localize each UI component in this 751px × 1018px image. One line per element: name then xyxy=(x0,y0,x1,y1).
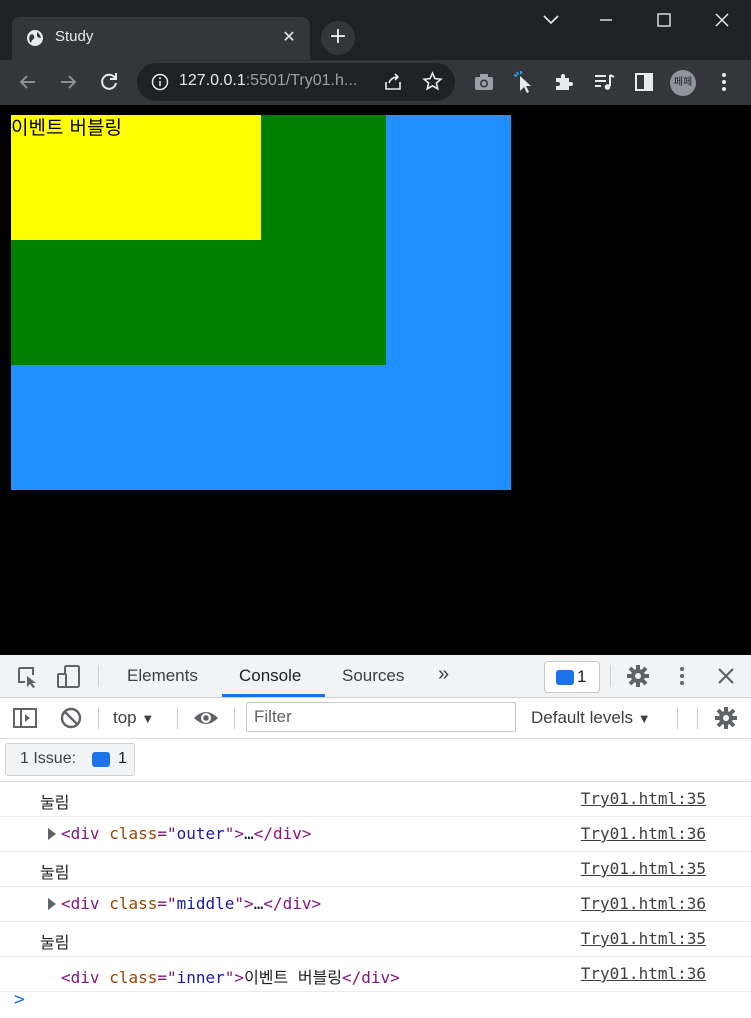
page-viewport: 이벤트 버블링 xyxy=(0,105,751,655)
element-node[interactable]: <div class="middle">…</div> xyxy=(61,894,321,913)
console-message: 눌림 Try01.html:35 xyxy=(0,852,751,887)
url-text[interactable]: 127.0.0.1:5501/Try01.h... xyxy=(179,72,357,90)
inspect-element-icon[interactable] xyxy=(16,665,40,689)
browser-titlebar: Study ✕ + xyxy=(0,0,751,60)
tab-search-icon[interactable] xyxy=(535,8,567,32)
toolbar-separator xyxy=(98,665,99,687)
console-message: <div class="middle">…</div> Try01.html:3… xyxy=(0,887,751,922)
issues-count: 1 xyxy=(118,750,127,767)
address-bar[interactable]: 127.0.0.1:5501/Try01.h... xyxy=(137,63,455,101)
settings-gear-icon[interactable] xyxy=(626,664,650,688)
console-messages: 눌림 Try01.html:35 <div class="outer">…</d… xyxy=(0,782,751,992)
console-message: <div class="inner">이벤트 버블링</div> Try01.h… xyxy=(0,957,751,992)
toolbar-separator xyxy=(697,707,698,729)
issues-counter-value: 1 xyxy=(577,667,587,686)
tab-console[interactable]: Console xyxy=(239,666,301,686)
source-link[interactable]: Try01.html:35 xyxy=(581,789,706,808)
minimize-icon[interactable] xyxy=(590,8,622,32)
console-settings-gear-icon[interactable] xyxy=(714,706,738,730)
source-link[interactable]: Try01.html:36 xyxy=(581,964,706,983)
console-message: <div class="outer">…</div> Try01.html:36 xyxy=(0,817,751,852)
more-tabs-icon[interactable]: » xyxy=(438,663,449,686)
tab-title: Study xyxy=(55,28,94,45)
devtools-panel: Elements Console Sources » 1 top ▼ Filte… xyxy=(0,655,751,1018)
cursor-extension-icon[interactable] xyxy=(512,70,536,94)
clear-console-icon[interactable] xyxy=(59,706,83,730)
element-node[interactable]: <div class="inner">이벤트 버블링</div> xyxy=(61,964,400,988)
menu-kebab-icon[interactable] xyxy=(712,70,736,94)
share-icon[interactable] xyxy=(383,72,403,92)
live-expression-eye-icon[interactable] xyxy=(193,707,219,729)
info-icon[interactable] xyxy=(151,73,169,91)
expand-triangle-icon[interactable] xyxy=(48,898,56,910)
reload-icon[interactable] xyxy=(97,70,121,94)
toolbar-separator xyxy=(610,665,611,687)
context-selector[interactable]: top ▼ xyxy=(113,708,154,728)
extensions-puzzle-icon[interactable] xyxy=(552,70,576,94)
expand-triangle-icon[interactable] xyxy=(48,828,56,840)
log-levels-dropdown[interactable]: Default levels ▼ xyxy=(531,708,651,728)
log-text: 눌림 xyxy=(40,793,70,812)
element-node[interactable]: <div class="outer">…</div> xyxy=(61,824,312,843)
source-link[interactable]: Try01.html:36 xyxy=(581,824,706,843)
toolbar-separator xyxy=(177,707,178,729)
source-link[interactable]: Try01.html:36 xyxy=(581,894,706,913)
tab-close-icon[interactable]: ✕ xyxy=(278,26,300,48)
middle-box[interactable]: 이벤트 버블링 xyxy=(11,115,386,365)
media-control-icon[interactable] xyxy=(592,70,616,94)
browser-tab[interactable]: Study ✕ xyxy=(12,17,310,60)
devtools-menu-icon[interactable] xyxy=(670,664,694,688)
sidebar-toggle-icon[interactable] xyxy=(12,706,38,730)
log-text: 눌림 xyxy=(40,863,70,882)
issues-bar: 1 Issue: 1 xyxy=(0,739,751,782)
console-filter-input[interactable]: Filter xyxy=(246,702,516,732)
side-panel-icon[interactable] xyxy=(632,70,656,94)
camera-icon[interactable] xyxy=(472,70,496,94)
log-text: 눌림 xyxy=(40,933,70,952)
message-icon xyxy=(556,670,574,685)
console-prompt[interactable]: > xyxy=(14,989,25,1010)
source-link[interactable]: Try01.html:35 xyxy=(581,929,706,948)
console-message: 눌림 Try01.html:35 xyxy=(0,922,751,957)
devtools-tabbar: Elements Console Sources » 1 xyxy=(0,655,751,698)
issues-label: 1 Issue: xyxy=(20,750,77,767)
tab-sources[interactable]: Sources xyxy=(342,666,404,686)
star-icon[interactable] xyxy=(422,71,443,92)
toolbar-separator xyxy=(98,707,99,729)
inner-box[interactable]: 이벤트 버블링 xyxy=(11,115,261,240)
profile-avatar[interactable]: 페페 xyxy=(670,70,696,96)
maximize-icon[interactable] xyxy=(648,8,680,32)
device-toolbar-icon[interactable] xyxy=(56,664,82,690)
tab-elements[interactable]: Elements xyxy=(127,666,198,686)
forward-arrow-icon[interactable] xyxy=(56,70,80,94)
close-devtools-icon[interactable] xyxy=(714,664,738,688)
close-window-icon[interactable] xyxy=(706,8,738,32)
toolbar-separator xyxy=(677,707,678,729)
outer-box[interactable]: 이벤트 버블링 xyxy=(11,115,511,490)
new-tab-button[interactable]: + xyxy=(321,21,355,55)
issues-button[interactable]: 1 Issue: 1 xyxy=(5,743,135,776)
message-icon xyxy=(92,752,110,767)
globe-icon xyxy=(27,30,43,46)
browser-toolbar: 127.0.0.1:5501/Try01.h... 페페 xyxy=(0,60,751,105)
issues-counter-button[interactable]: 1 xyxy=(544,661,600,693)
active-tab-indicator xyxy=(222,694,325,697)
back-arrow-icon[interactable] xyxy=(16,70,40,94)
source-link[interactable]: Try01.html:35 xyxy=(581,859,706,878)
console-toolbar: top ▼ Filter Default levels ▼ xyxy=(0,698,751,739)
console-message: 눌림 Try01.html:35 xyxy=(0,782,751,817)
toolbar-separator xyxy=(234,707,235,729)
